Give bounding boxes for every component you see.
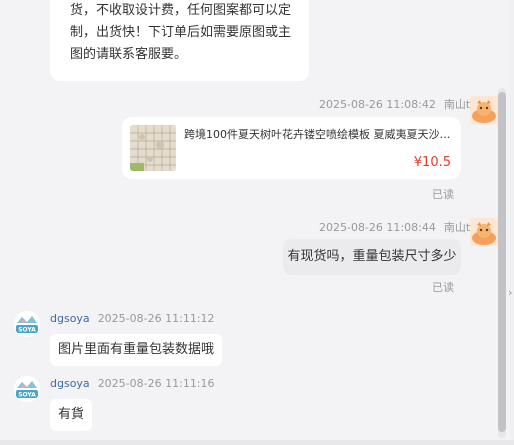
sender-name: dgsoya — [50, 377, 90, 390]
message-meta: 2025-08-26 11:08:44 南山tm — [319, 219, 481, 235]
panel-edge — [510, 0, 514, 445]
chat-message-list[interactable]: 货，不收取设计费，任何图案都可以定 制，出货快！下订单后如需要原图或主 图的请联… — [0, 0, 514, 445]
soya-logo-icon[interactable]: SOYA — [14, 376, 40, 402]
scrollbar-thumb[interactable] — [498, 92, 506, 432]
user-avatar-icon[interactable] — [470, 96, 498, 124]
message-meta: dgsoya 2025-08-26 11:11:12 — [50, 312, 215, 325]
svg-text:SOYA: SOYA — [18, 327, 36, 334]
message-line: 货，不收取设计费，任何图案都可以定 — [70, 3, 292, 18]
seller-message-bubble: 有貨 — [50, 399, 93, 431]
message-timestamp: 2025-08-26 11:11:16 — [97, 377, 215, 390]
message-timestamp: 2025-08-26 11:11:12 — [97, 312, 215, 325]
read-status: 已读 — [432, 188, 454, 201]
my-message-bubble: 有现货吗，重量包装尺寸多少 — [283, 239, 461, 275]
soya-logo-icon[interactable]: SOYA — [14, 311, 40, 337]
read-status: 已读 — [432, 281, 454, 294]
message-meta: 2025-08-26 11:08:42 南山tm — [319, 96, 481, 112]
product-thumbnail[interactable] — [130, 125, 176, 171]
product-price: ¥10.5 — [413, 155, 451, 170]
sender-name: dgsoya — [50, 312, 90, 325]
message-line: 图的请联系客服要。 — [70, 47, 188, 62]
seller-message-bubble: 货，不收取设计费，任何图案都可以定 制，出货快！下订单后如需要原图或主 图的请联… — [50, 0, 309, 81]
message-timestamp: 2025-08-26 11:08:44 — [319, 221, 436, 234]
user-avatar-icon[interactable] — [470, 218, 498, 246]
seller-message-bubble: 图片里面有重量包装数据哦 — [50, 334, 223, 366]
message-timestamp: 2025-08-26 11:08:42 — [319, 98, 436, 111]
product-title[interactable]: 跨境100件夏天树叶花卉镂空喷绘模板 夏威夷夏天沙滩… — [184, 126, 456, 142]
message-meta: dgsoya 2025-08-26 11:11:16 — [50, 377, 215, 390]
product-card[interactable]: 跨境100件夏天树叶花卉镂空喷绘模板 夏威夷夏天沙滩… ¥10.5 — [122, 117, 461, 179]
message-line: 制，出货快！下订单后如需要原图或主 — [70, 25, 292, 40]
svg-text:SOYA: SOYA — [18, 392, 36, 399]
divider — [0, 440, 514, 445]
expand-arrow-icon[interactable]: › — [508, 286, 512, 299]
